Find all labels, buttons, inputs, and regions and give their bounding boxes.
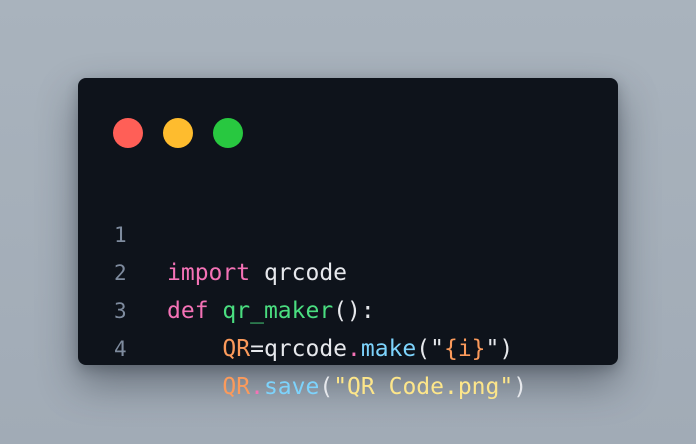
variable-token: QR [222, 336, 251, 362]
punctuation-token: ( [319, 374, 334, 400]
identifier-token: =qrcode [250, 336, 348, 362]
line-source: QR.save("QR Code.png") [167, 368, 527, 406]
code-line: 1 import qrcode [78, 178, 618, 286]
close-dot[interactable] [113, 118, 143, 148]
dot-token: . [347, 336, 361, 362]
background-canvas: 1 import qrcode 2 def qr_maker(): 3 QR=q… [0, 0, 696, 444]
window-controls [113, 118, 243, 148]
punctuation-token: ) [513, 374, 528, 400]
method-token: make [360, 336, 417, 362]
punctuation-token: (" [416, 336, 444, 362]
line-number: 4 [114, 337, 127, 361]
minimize-dot[interactable] [163, 118, 193, 148]
code-line: 4 QR.save("QR Code.png") [78, 292, 618, 400]
maximize-dot[interactable] [213, 118, 243, 148]
punctuation-token: ") [485, 336, 514, 362]
dot-token: . [250, 374, 264, 400]
interpolation-token: {i} [443, 336, 486, 362]
line-source: QR=qrcode.make("{i}") [167, 330, 513, 368]
code-line: 3 QR=qrcode.make("{i}") [78, 254, 618, 362]
string-token: "QR Code.png" [333, 374, 514, 400]
code-line: 2 def qr_maker(): [78, 216, 618, 324]
variable-token: QR [222, 374, 251, 400]
code-block: 1 import qrcode 2 def qr_maker(): 3 QR=q… [78, 178, 618, 400]
code-window: 1 import qrcode 2 def qr_maker(): 3 QR=q… [78, 78, 618, 400]
method-token: save [263, 374, 320, 400]
indent-token [167, 374, 222, 400]
